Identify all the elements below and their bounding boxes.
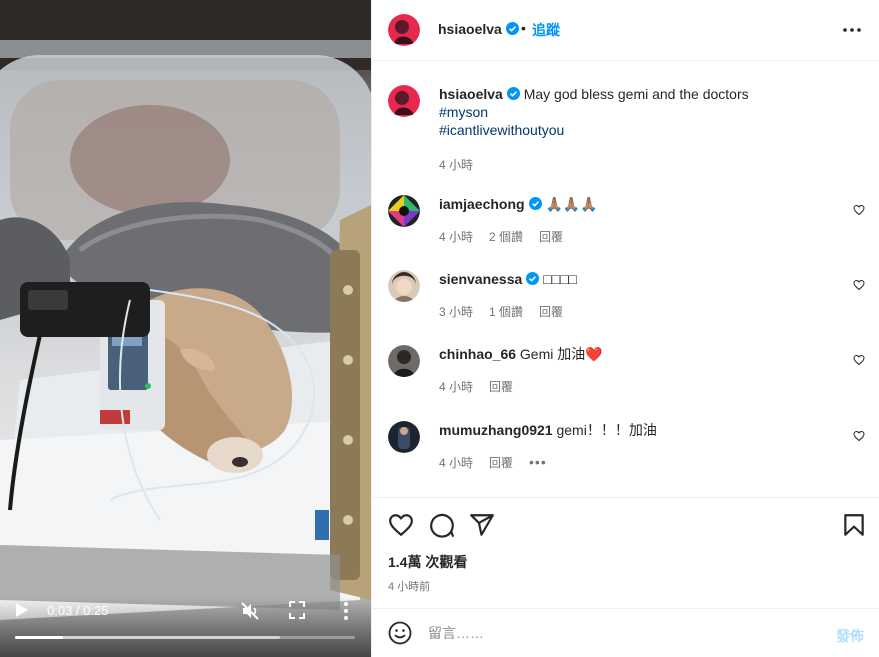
comment-username[interactable]: chinhao_66 bbox=[439, 346, 516, 362]
verified-badge-icon bbox=[526, 272, 540, 285]
video-progress-bar[interactable] bbox=[15, 636, 355, 639]
commenter-avatar[interactable] bbox=[388, 421, 420, 453]
caption-username[interactable]: hsiaoelva bbox=[439, 86, 503, 102]
reply-button[interactable]: 回覆 bbox=[489, 378, 513, 395]
commenter-avatar[interactable] bbox=[388, 270, 420, 302]
comment-meta: 3 小時 1 個讚 回覆 bbox=[439, 303, 563, 320]
emoji-icon[interactable] bbox=[388, 621, 412, 645]
comment-time: 4 小時 bbox=[439, 230, 474, 244]
comment-text: □□□□ bbox=[543, 271, 578, 287]
comment-likes[interactable]: 1 個讚 bbox=[489, 303, 523, 320]
comment-heart-icon[interactable] bbox=[853, 204, 865, 216]
instagram-post-modal: 0:03 / 0:25 hsiaoelva • 追蹤 hsiaoelva May… bbox=[0, 0, 879, 657]
reply-button[interactable]: 回覆 bbox=[539, 228, 563, 245]
comment-time: 3 小時 bbox=[439, 305, 474, 319]
comment-text: gemi！！！加油 bbox=[556, 422, 657, 438]
comment-text: 🙏🏽🙏🏽🙏🏽 bbox=[545, 196, 598, 212]
video-frame bbox=[0, 0, 371, 620]
bookmark-icon[interactable] bbox=[841, 512, 867, 538]
comment-time: 4 小時 bbox=[439, 380, 474, 394]
comment-username[interactable]: sienvanessa bbox=[439, 271, 522, 287]
heart-icon[interactable] bbox=[388, 512, 414, 538]
comment-options-button[interactable]: ••• bbox=[529, 454, 547, 471]
view-count[interactable]: 1.4萬 次觀看 bbox=[388, 552, 467, 572]
commenter-avatar[interactable] bbox=[388, 345, 420, 377]
comment-line: chinhao_66 Gemi 加油❤️ bbox=[439, 345, 603, 363]
caption-body: May god bless gemi and the doctors bbox=[523, 86, 749, 102]
comment-likes[interactable]: 2 個讚 bbox=[489, 228, 523, 245]
reply-button[interactable]: 回覆 bbox=[489, 454, 513, 471]
post-comment-button[interactable]: 發佈 bbox=[836, 626, 864, 646]
header-separator: • bbox=[521, 20, 526, 36]
caption-time: 4 小時 bbox=[439, 158, 474, 172]
reply-button[interactable]: 回覆 bbox=[539, 303, 563, 320]
caption-avatar[interactable] bbox=[388, 85, 420, 117]
comment-meta: 4 小時 2 個讚 回覆 bbox=[439, 228, 563, 245]
comment-time: 4 小時 bbox=[439, 456, 474, 470]
comment-item: mumuzhang0921 gemi！！！加油 4 小時 回覆 ••• bbox=[388, 421, 865, 481]
comment-text: Gemi 加油❤️ bbox=[519, 346, 603, 362]
post-header: hsiaoelva • 追蹤 bbox=[372, 0, 879, 61]
hashtag-link[interactable]: #icantlivewithoutyou bbox=[439, 121, 859, 139]
comment-item: iamjaechong 🙏🏽🙏🏽🙏🏽 4 小時 2 個讚 回覆 bbox=[388, 195, 865, 255]
mute-icon[interactable] bbox=[240, 601, 260, 621]
more-horizontal-icon[interactable] bbox=[842, 27, 862, 33]
comment-composer: 發佈 bbox=[372, 608, 879, 657]
fullscreen-icon[interactable] bbox=[289, 601, 305, 619]
comment-meta: 4 小時 回覆 ••• bbox=[439, 454, 547, 471]
post-details: hsiaoelva • 追蹤 hsiaoelva May god bless g… bbox=[371, 0, 879, 657]
follow-button[interactable]: 追蹤 bbox=[532, 20, 560, 40]
comment-item: sienvanessa □□□□ 3 小時 1 個讚 回覆 bbox=[388, 270, 865, 330]
comment-meta: 4 小時 回覆 bbox=[439, 378, 513, 395]
post-actions: 1.4萬 次觀看 4 小時前 bbox=[372, 497, 879, 609]
author-username[interactable]: hsiaoelva bbox=[438, 21, 519, 37]
more-vertical-icon[interactable] bbox=[340, 601, 352, 621]
play-icon[interactable] bbox=[15, 602, 29, 618]
comment-heart-icon[interactable] bbox=[853, 430, 865, 442]
verified-badge-icon bbox=[528, 197, 542, 210]
comment-input[interactable] bbox=[428, 621, 818, 645]
share-icon[interactable] bbox=[469, 512, 495, 538]
post-timestamp: 4 小時前 bbox=[388, 581, 431, 593]
comment-username[interactable]: iamjaechong bbox=[439, 196, 525, 212]
commenter-avatar[interactable] bbox=[388, 195, 420, 227]
comment-username[interactable]: mumuzhang0921 bbox=[439, 422, 553, 438]
verified-badge-icon bbox=[506, 87, 520, 100]
comment-icon[interactable] bbox=[429, 512, 455, 538]
video-time: 0:03 / 0:25 bbox=[47, 603, 109, 618]
comment-heart-icon[interactable] bbox=[853, 279, 865, 291]
author-avatar[interactable] bbox=[388, 14, 420, 46]
caption-text: hsiaoelva May god bless gemi and the doc… bbox=[439, 85, 859, 139]
comments-scroll-area[interactable]: hsiaoelva May god bless gemi and the doc… bbox=[372, 61, 879, 497]
comment-line: sienvanessa □□□□ bbox=[439, 270, 577, 288]
video-player[interactable]: 0:03 / 0:25 bbox=[0, 0, 371, 657]
verified-badge-icon bbox=[505, 22, 519, 35]
comment-line: iamjaechong 🙏🏽🙏🏽🙏🏽 bbox=[439, 195, 598, 213]
comment-heart-icon[interactable] bbox=[853, 354, 865, 366]
comment-line: mumuzhang0921 gemi！！！加油 bbox=[439, 421, 657, 439]
video-played bbox=[15, 636, 63, 639]
hashtag-link[interactable]: #myson bbox=[439, 103, 859, 121]
comment-item: chinhao_66 Gemi 加油❤️ 4 小時 回覆 bbox=[388, 345, 865, 405]
